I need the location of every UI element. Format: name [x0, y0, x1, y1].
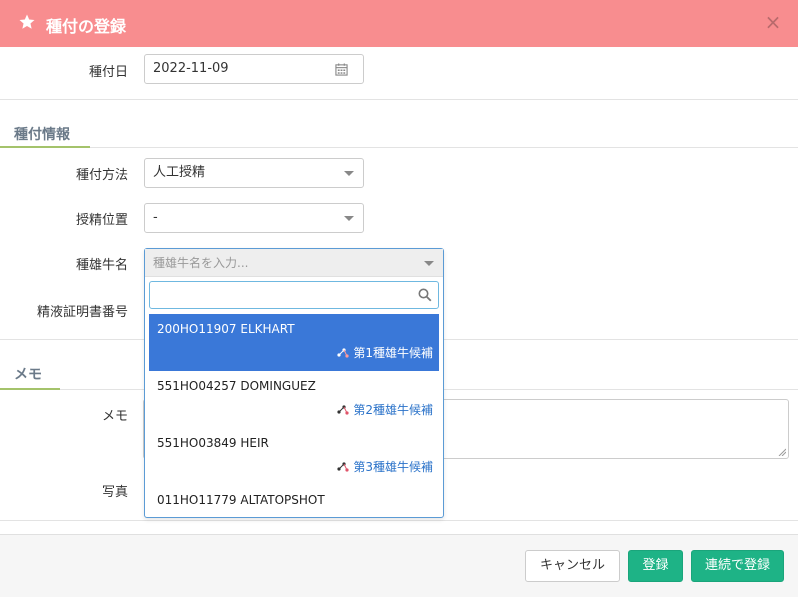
bull-select[interactable]: 種雄牛名を入力...: [145, 249, 443, 277]
method-select[interactable]: 人工授精: [144, 158, 364, 188]
divider: [0, 147, 798, 148]
method-value: 人工授精: [153, 165, 206, 180]
section-title-memo: メモ: [14, 367, 42, 383]
candidate-badge: 第3種雄牛候補: [336, 458, 433, 475]
search-icon: [418, 288, 432, 302]
candidate-label: 第2種雄牛候補: [353, 403, 433, 417]
star-icon: [19, 14, 35, 29]
register-button[interactable]: 登録: [628, 550, 683, 582]
semen-cert-label: 精液証明書番号: [36, 305, 128, 320]
date-label: 種付日: [88, 65, 128, 80]
candidate-label: 第1種雄牛候補: [353, 346, 433, 360]
candidate-icon: [337, 347, 349, 358]
resize-grip-icon[interactable]: [778, 448, 786, 456]
modal-header: 種付の登録 ×: [0, 0, 798, 47]
memo-label: メモ: [101, 409, 128, 424]
position-select[interactable]: -: [144, 203, 364, 233]
section-title-breeding-info: 種付情報: [14, 127, 70, 143]
date-value: 2022-11-09: [153, 61, 229, 76]
section-underline: [0, 146, 90, 148]
modal-title: 種付の登録: [46, 17, 127, 36]
divider: [0, 99, 798, 100]
position-label: 授精位置: [75, 213, 128, 228]
bull-label: 種雄牛名: [75, 258, 128, 273]
bull-option-name: 551HO04257 DOMINGUEZ: [157, 379, 316, 393]
chevron-down-icon: [344, 216, 354, 221]
bull-option-name: 011HO11779 ALTATOPSHOT: [157, 493, 325, 507]
bull-option-name: 551HO03849 HEIR: [157, 436, 269, 450]
bull-option[interactable]: 551HO03849 HEIR 第3種雄牛候補: [149, 428, 439, 485]
bull-option[interactable]: 200HO11907 ELKHART 第1種雄牛候補: [149, 314, 439, 371]
candidate-badge: 第1種雄牛候補: [336, 344, 433, 361]
candidate-label: 第3種雄牛候補: [353, 460, 433, 474]
close-icon[interactable]: ×: [762, 11, 784, 33]
bull-select-dropdown[interactable]: 種雄牛名を入力... 200HO11907 ELKHART 第1種雄牛候補 55…: [144, 248, 444, 518]
position-value: -: [153, 210, 158, 225]
chevron-down-icon: [424, 261, 434, 266]
divider: [0, 520, 798, 521]
bull-option-name: 200HO11907 ELKHART: [157, 322, 295, 336]
candidate-badge: 第2種雄牛候補: [336, 401, 433, 418]
candidate-icon: [337, 404, 349, 415]
section-underline: [0, 388, 60, 390]
register-continue-button[interactable]: 連続で登録: [691, 550, 784, 582]
method-label: 種付方法: [75, 168, 128, 183]
chevron-down-icon: [344, 171, 354, 176]
date-input[interactable]: 2022-11-09: [144, 54, 364, 84]
bull-option[interactable]: 551HO04257 DOMINGUEZ 第2種雄牛候補: [149, 371, 439, 428]
bull-placeholder: 種雄牛名を入力...: [153, 256, 249, 270]
bull-search-input[interactable]: [149, 281, 439, 309]
bull-options-list: 200HO11907 ELKHART 第1種雄牛候補 551HO04257 DO…: [149, 314, 439, 515]
bull-option[interactable]: 011HO11779 ALTATOPSHOT: [149, 485, 439, 515]
calendar-icon[interactable]: [335, 63, 348, 76]
cancel-button[interactable]: キャンセル: [525, 550, 620, 582]
photo-label: 写真: [101, 485, 128, 500]
candidate-icon: [337, 461, 349, 472]
